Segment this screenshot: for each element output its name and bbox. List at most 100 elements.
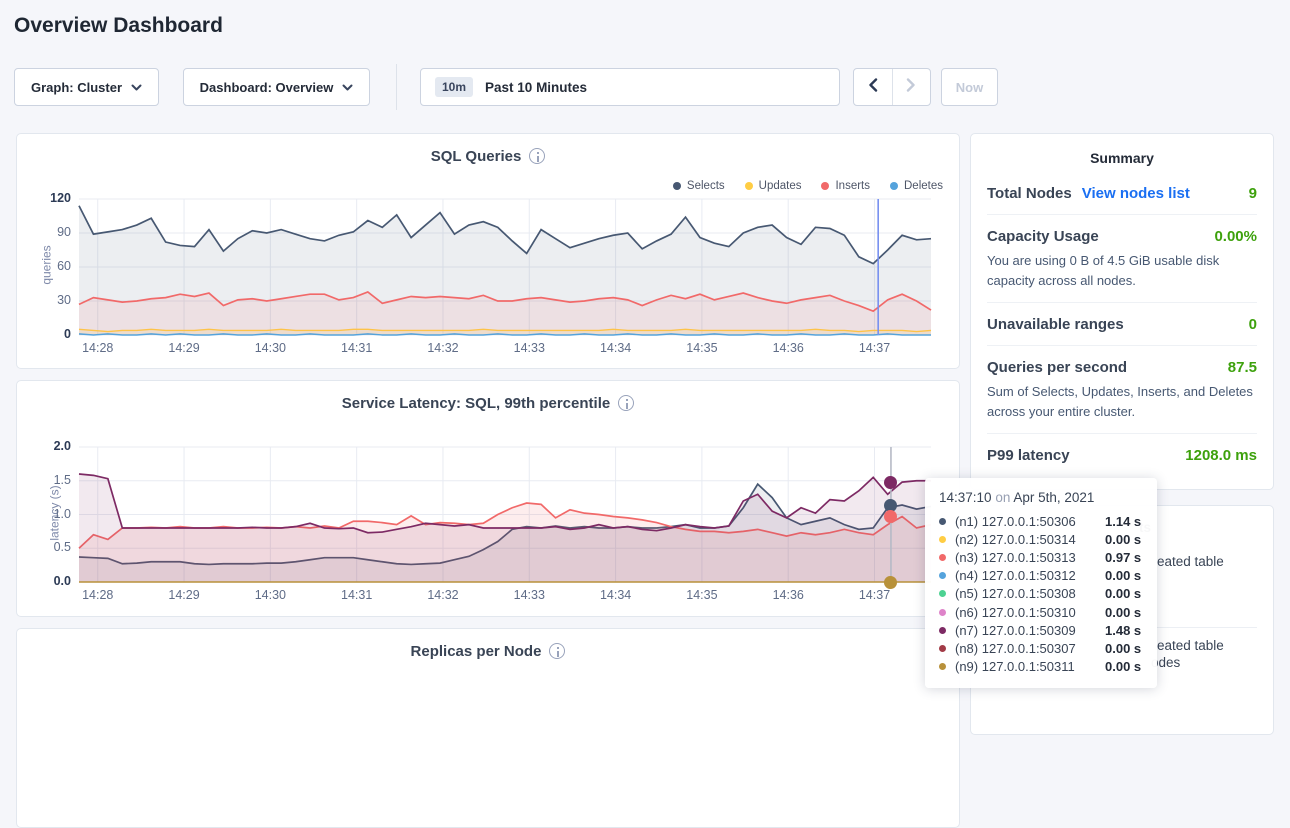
node-color-dot-icon [939, 572, 946, 579]
tooltip-node-value: 1.14 s [1105, 514, 1141, 529]
now-button-label: Now [956, 80, 983, 95]
chart-title-text: Replicas per Node [411, 643, 542, 660]
time-range-badge: 10m [435, 77, 473, 97]
crosshair-data-point [884, 476, 897, 489]
node-color-dot-icon [939, 645, 946, 652]
summary-row-description: You are using 0 B of 4.5 GiB usable disk… [987, 251, 1257, 290]
info-icon[interactable] [618, 395, 634, 411]
summary-row: Unavailable ranges0 [987, 302, 1257, 345]
legend-item-selects[interactable]: Selects [673, 180, 725, 192]
legend-dot-icon [821, 182, 829, 190]
event-item-fragment[interactable]: eated table [1157, 638, 1224, 653]
tooltip-node-value: 1.48 s [1105, 623, 1141, 638]
node-color-dot-icon [939, 536, 946, 543]
tooltip-node-label: (n2) 127.0.0.1:50314 [955, 532, 1105, 547]
x-tick-label: 14:30 [246, 341, 294, 355]
x-tick-label: 14:33 [505, 341, 553, 355]
legend-label: Inserts [835, 180, 870, 192]
service-latency-chart-panel: Service Latency: SQL, 99th percentile la… [16, 380, 960, 617]
x-tick-label: 14:29 [160, 588, 208, 602]
time-range-picker[interactable]: 10m Past 10 Minutes [420, 68, 840, 106]
legend-label: Selects [687, 180, 725, 192]
y-tick-label: 0 [25, 327, 71, 341]
chevron-down-icon [342, 84, 353, 91]
event-item-fragment[interactable]: eated table [1157, 554, 1224, 569]
summary-row-description: Sum of Selects, Updates, Inserts, and De… [987, 382, 1257, 421]
x-tick-label: 14:31 [333, 341, 381, 355]
time-range-label: Past 10 Minutes [485, 80, 587, 95]
x-tick-label: 14:33 [505, 588, 553, 602]
summary-row: Queries per second87.5Sum of Selects, Up… [987, 345, 1257, 433]
tooltip-node-row: (n1) 127.0.0.1:503061.14 s [939, 512, 1143, 530]
legend-dot-icon [890, 182, 898, 190]
y-tick-label: 90 [25, 225, 71, 239]
x-tick-label: 14:34 [592, 588, 640, 602]
summary-row-head: P99 latency1208.0 ms [987, 447, 1257, 464]
replicas-chart-title: Replicas per Node [17, 629, 959, 660]
summary-rows: Total NodesView nodes list9Capacity Usag… [987, 172, 1257, 476]
tooltip-node-row: (n4) 127.0.0.1:503120.00 s [939, 567, 1143, 585]
node-color-dot-icon [939, 609, 946, 616]
y-tick-label: 2.0 [25, 439, 71, 453]
y-tick-label: 30 [25, 293, 71, 307]
tooltip-node-label: (n9) 127.0.0.1:50311 [955, 659, 1105, 674]
legend-item-updates[interactable]: Updates [745, 180, 802, 192]
tooltip-preposition: on [995, 490, 1010, 505]
tooltip-node-value: 0.00 s [1105, 568, 1141, 583]
tooltip-node-row: (n8) 127.0.0.1:503070.00 s [939, 639, 1143, 657]
x-tick-label: 14:30 [246, 588, 294, 602]
now-button[interactable]: Now [941, 68, 998, 106]
node-color-dot-icon [939, 518, 946, 525]
chart-title-text: SQL Queries [431, 148, 522, 165]
tooltip-date: Apr 5th, 2021 [1013, 490, 1094, 505]
node-color-dot-icon [939, 590, 946, 597]
x-tick-label: 14:32 [419, 341, 467, 355]
info-icon[interactable] [529, 148, 545, 164]
node-color-dot-icon [939, 663, 946, 670]
x-tick-label: 14:28 [74, 588, 122, 602]
tooltip-node-row: (n5) 127.0.0.1:503080.00 s [939, 585, 1143, 603]
dashboard-dropdown[interactable]: Dashboard: Overview [183, 68, 370, 106]
x-tick-label: 14:36 [764, 588, 812, 602]
events-divider [1157, 627, 1257, 628]
legend-dot-icon [745, 182, 753, 190]
legend-dot-icon [673, 182, 681, 190]
info-icon[interactable] [549, 643, 565, 659]
chart-title-text: Service Latency: SQL, 99th percentile [342, 395, 610, 412]
view-nodes-list-link[interactable]: View nodes list [1082, 185, 1190, 202]
sql-chart-svg [79, 199, 931, 335]
node-color-dot-icon [939, 554, 946, 561]
tooltip-node-label: (n1) 127.0.0.1:50306 [955, 514, 1105, 529]
legend-item-deletes[interactable]: Deletes [890, 180, 943, 192]
x-tick-label: 14:37 [851, 341, 899, 355]
tooltip-node-label: (n4) 127.0.0.1:50312 [955, 568, 1105, 583]
service-latency-plot[interactable]: latency (s) 0.00.51.01.52.014:2814:2914:… [79, 447, 931, 582]
tooltip-node-label: (n6) 127.0.0.1:50310 [955, 605, 1105, 620]
x-tick-label: 14:36 [764, 341, 812, 355]
sql-queries-plot[interactable]: queries 030609012014:2814:2914:3014:3114… [79, 199, 931, 335]
y-tick-label: 120 [25, 191, 71, 205]
summary-row-head: Capacity Usage0.00% [987, 228, 1257, 245]
tooltip-node-value: 0.97 s [1105, 550, 1141, 565]
page-title: Overview Dashboard [14, 14, 223, 38]
legend-label: Deletes [904, 180, 943, 192]
x-tick-label: 14:37 [851, 588, 899, 602]
y-tick-label: 60 [25, 259, 71, 273]
tooltip-node-row: (n3) 127.0.0.1:503130.97 s [939, 548, 1143, 566]
x-tick-label: 14:34 [592, 341, 640, 355]
tooltip-node-label: (n5) 127.0.0.1:50308 [955, 586, 1105, 601]
graph-scope-label: Graph: Cluster [31, 80, 122, 95]
tooltip-node-value: 0.00 s [1105, 659, 1141, 674]
time-step-buttons [853, 68, 931, 106]
graph-scope-dropdown[interactable]: Graph: Cluster [14, 68, 159, 106]
summary-row-label: Capacity Usage [987, 228, 1099, 245]
previous-range-button[interactable] [854, 69, 892, 105]
legend-item-inserts[interactable]: Inserts [821, 180, 870, 192]
next-range-button[interactable] [892, 69, 931, 105]
y-tick-label: 0.5 [25, 540, 71, 554]
service-latency-chart-title: Service Latency: SQL, 99th percentile [17, 381, 959, 412]
summary-row-head: Unavailable ranges0 [987, 316, 1257, 333]
tooltip-node-row: (n9) 127.0.0.1:503110.00 s [939, 658, 1143, 676]
summary-panel: Summary Total NodesView nodes list9Capac… [970, 133, 1274, 490]
tooltip-node-value: 0.00 s [1105, 605, 1141, 620]
